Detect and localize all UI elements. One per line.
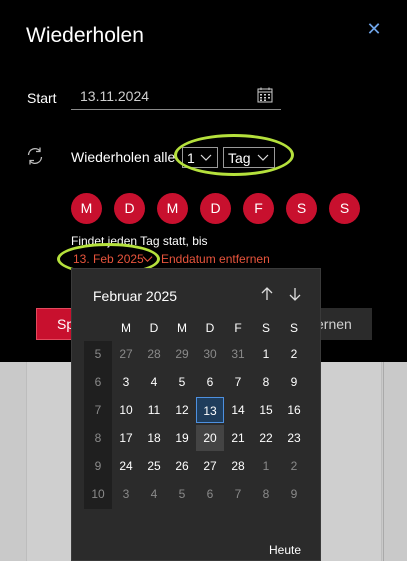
calendar-day[interactable]: 20 [196, 425, 224, 451]
repeat-icon [27, 147, 43, 165]
calendar-day[interactable]: 3 [112, 481, 140, 507]
calendar-day[interactable]: 2 [280, 341, 308, 367]
weekday-header: D [205, 321, 215, 335]
calendar-day[interactable]: 4 [140, 369, 168, 395]
calendar-icon[interactable] [257, 87, 273, 103]
calendar-day[interactable]: 1 [252, 453, 280, 479]
calendar-day[interactable]: 24 [112, 453, 140, 479]
week-number: 6 [94, 375, 102, 389]
start-date-value: 13.11.2024 [80, 88, 150, 104]
calendar-day[interactable]: 30 [196, 341, 224, 367]
weekday-header: S [289, 321, 298, 335]
calendar-day[interactable]: 9 [280, 369, 308, 395]
week-number: 8 [94, 431, 102, 445]
calendar-day[interactable]: 3 [112, 369, 140, 395]
calendar-day[interactable]: 15 [252, 397, 280, 423]
calendar-day[interactable]: 26 [168, 453, 196, 479]
calendar-day[interactable]: 4 [140, 481, 168, 507]
dialog-title: Wiederholen [26, 24, 144, 47]
date-picker-popup: Februar 2025 Heute M D M D F S S 5 27 28 29 30 31 1 2 6… [71, 268, 321, 561]
weekday-button[interactable]: D [200, 193, 231, 224]
week-number: 9 [94, 459, 102, 473]
calendar-day[interactable]: 25 [140, 453, 168, 479]
calendar-day[interactable]: 27 [196, 453, 224, 479]
calendar-day[interactable]: 13 [196, 397, 224, 423]
calendar-day[interactable]: 8 [252, 481, 280, 507]
arrow-up-icon[interactable] [260, 287, 274, 301]
calendar-day[interactable]: 19 [168, 425, 196, 451]
calendar-day[interactable]: 12 [168, 397, 196, 423]
today-button[interactable]: Heute [269, 543, 301, 557]
repeat-label: Wiederholen alle [71, 149, 176, 165]
calendar-day[interactable]: 16 [280, 397, 308, 423]
calendar-day[interactable]: 21 [224, 425, 252, 451]
calendar-day[interactable]: 2 [280, 453, 308, 479]
calendar-day[interactable]: 31 [224, 341, 252, 367]
calendar-month-title: Februar 2025 [93, 288, 178, 304]
calendar-day[interactable]: 18 [140, 425, 168, 451]
week-number: 10 [91, 487, 105, 501]
calendar-day[interactable]: 7 [224, 481, 252, 507]
calendar-day[interactable]: 6 [196, 369, 224, 395]
calendar-day[interactable]: 27 [112, 341, 140, 367]
calendar-day[interactable]: 28 [224, 453, 252, 479]
highlight-annotation [174, 134, 294, 176]
remove-end-date-link[interactable]: Enddatum entfernen [161, 252, 270, 266]
calendar-day[interactable]: 5 [168, 481, 196, 507]
calendar-day[interactable]: 14 [224, 397, 252, 423]
arrow-down-icon[interactable] [288, 287, 302, 301]
calendar-day[interactable]: 7 [224, 369, 252, 395]
weekday-button[interactable]: D [114, 193, 145, 224]
weekday-button[interactable]: M [157, 193, 188, 224]
start-label: Start [27, 90, 57, 106]
calendar-day[interactable]: 17 [112, 425, 140, 451]
calendar-day[interactable]: 5 [168, 369, 196, 395]
calendar-day[interactable]: 10 [112, 397, 140, 423]
close-icon[interactable]: ✕ [364, 19, 384, 39]
weekday-header: S [261, 321, 270, 335]
week-number: 7 [94, 403, 102, 417]
start-date-field[interactable]: 13.11.2024 [71, 82, 281, 110]
weekday-button[interactable]: F [243, 193, 274, 224]
weekday-button[interactable]: S [286, 193, 317, 224]
calendar-day[interactable]: 9 [280, 481, 308, 507]
weekday-button[interactable]: S [329, 193, 360, 224]
weekday-header: M [177, 321, 187, 335]
calendar-day[interactable]: 11 [140, 397, 168, 423]
calendar-day[interactable]: 1 [252, 341, 280, 367]
calendar-day[interactable]: 22 [252, 425, 280, 451]
save-button[interactable]: Sp [36, 308, 76, 340]
weekday-header: F [234, 321, 242, 335]
weekday-button[interactable]: M [71, 193, 102, 224]
calendar-day[interactable]: 29 [168, 341, 196, 367]
weekday-header: D [149, 321, 159, 335]
calendar-day[interactable]: 23 [280, 425, 308, 451]
calendar-day[interactable]: 8 [252, 369, 280, 395]
weekday-header: M [121, 321, 131, 335]
background-divider [383, 362, 384, 561]
calendar-day[interactable]: 28 [140, 341, 168, 367]
week-number: 5 [94, 347, 102, 361]
calendar-day[interactable]: 6 [196, 481, 224, 507]
